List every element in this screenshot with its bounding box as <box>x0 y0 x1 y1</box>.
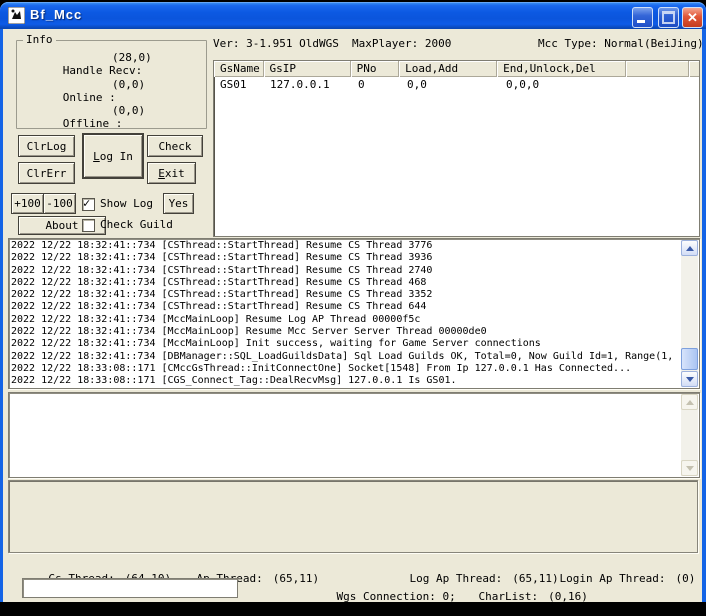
col-gsip[interactable]: GsIP <box>264 61 351 77</box>
mcctype-text: Mcc Type: Normal(BeiJing) <box>538 37 704 50</box>
check-guild-checkbox[interactable] <box>82 219 95 232</box>
col-filler <box>689 61 699 77</box>
log-lines: 2022 12/22 18:32:41::734 [CSThread::Star… <box>11 240 680 387</box>
exit-button[interactable]: Exit <box>147 162 196 184</box>
titlebar[interactable]: Bf_Mcc ✕ <box>0 2 706 29</box>
plus100-label: +100 <box>14 197 41 210</box>
log-line: 2022 12/22 18:32:41::734 [CSThread::Star… <box>11 265 680 277</box>
about-label: About <box>45 219 78 232</box>
log-scrollbar[interactable] <box>681 240 698 387</box>
col-endunlockdel[interactable]: End,Unlock,Del <box>497 61 626 77</box>
table-header[interactable]: GsName GsIP PNo Load,Add End,Unlock,Del <box>214 61 699 77</box>
log-line: 2022 12/22 18:32:41::734 [MccMainLoop] R… <box>11 326 680 338</box>
version-text: Ver: 3-1.951 OldWGS <box>213 37 339 50</box>
minus100-button[interactable]: -100 <box>43 193 76 214</box>
app-window: Bf_Mcc ✕ Info Handle Recv: (28,0) Online… <box>0 0 706 602</box>
charlist-status: CharList: (0,16) <box>452 577 588 616</box>
clrerr-label: ClrErr <box>27 167 67 180</box>
clrerr-button[interactable]: ClrErr <box>18 162 75 184</box>
exit-label: Exit <box>158 167 185 180</box>
window-title: Bf_Mcc <box>30 7 82 22</box>
clrlog-label: ClrLog <box>27 140 67 153</box>
charlist-label: CharList: <box>479 590 539 603</box>
window-border-left <box>0 29 3 602</box>
wgs-connection-status: Wgs Connection: 0; <box>310 577 456 616</box>
error-scrollbar[interactable] <box>681 394 698 476</box>
window-border-right <box>702 29 706 602</box>
handle-recv-value: (28,0) <box>112 51 152 64</box>
check-guild-label[interactable]: Check Guild <box>100 218 173 231</box>
maximize-button[interactable] <box>658 7 679 28</box>
handle-recv-label: Handle Recv: <box>63 64 142 77</box>
error-scroll-down-icon[interactable] <box>681 460 698 476</box>
cell-gsname: GS01 <box>214 77 264 92</box>
log-line: 2022 12/22 18:32:41::734 [MccMainLoop] R… <box>11 314 680 326</box>
log-line: 2022 12/22 18:32:41::734 [CSThread::Star… <box>11 240 680 252</box>
log-line: 2022 12/22 18:32:41::734 [MccMainLoop] I… <box>11 338 680 350</box>
minimize-icon <box>637 20 645 23</box>
log-line: 2022 12/22 18:33:08::171 [CGS_Connect_Ta… <box>11 375 680 387</box>
yes-button[interactable]: Yes <box>163 193 194 214</box>
col-gsname[interactable]: GsName <box>214 61 264 77</box>
col-pno[interactable]: PNo <box>351 61 400 77</box>
online-value: (0,0) <box>112 78 145 91</box>
show-log-label[interactable]: Show Log <box>100 197 153 210</box>
cell-gsip: 127.0.0.1 <box>264 77 352 92</box>
bottom-panel <box>8 480 698 553</box>
scroll-up-icon[interactable] <box>681 240 698 256</box>
error-output-area[interactable] <box>8 392 700 478</box>
offline-value: (0,0) <box>112 104 145 117</box>
show-log-checkbox[interactable] <box>82 198 95 211</box>
game-server-table[interactable]: GsName GsIP PNo Load,Add End,Unlock,Del … <box>213 60 700 237</box>
log-line: 2022 12/22 18:33:08::171 [CMccGsThread::… <box>11 363 680 375</box>
check-label: Check <box>158 140 191 153</box>
login-ap-thread-value: (0) <box>675 572 695 585</box>
wgs-connection-label: Wgs Connection: <box>337 590 436 603</box>
charlist-value: (0,16) <box>548 590 588 603</box>
login-label: Log In <box>93 150 133 163</box>
close-icon: ✕ <box>687 11 698 24</box>
cell-endunlockdel: 0,0,0 <box>500 77 630 92</box>
maxplayer-text: MaxPlayer: 2000 <box>352 37 451 50</box>
col-loadadd[interactable]: Load,Add <box>399 61 497 77</box>
cell-pno: 0 <box>352 77 401 92</box>
table-row[interactable]: GS01 127.0.0.1 0 0,0 0,0,0 <box>214 77 699 92</box>
error-scroll-up-icon[interactable] <box>681 394 698 410</box>
log-line: 2022 12/22 18:32:41::734 [CSThread::Star… <box>11 252 680 264</box>
app-icon <box>8 7 25 24</box>
info-groupbox-title: Info <box>23 33 56 46</box>
check-button[interactable]: Check <box>147 135 203 157</box>
log-line: 2022 12/22 18:32:41::734 [CSThread::Star… <box>11 289 680 301</box>
log-line: 2022 12/22 18:32:41::734 [DBManager::SQL… <box>11 351 680 363</box>
log-line: 2022 12/22 18:32:41::734 [CSThread::Star… <box>11 301 680 313</box>
cell-loadadd: 0,0 <box>401 77 500 92</box>
close-button[interactable]: ✕ <box>682 7 703 28</box>
maximize-icon <box>662 11 675 24</box>
offline-label: Offline : <box>63 117 123 130</box>
scroll-down-icon[interactable] <box>681 371 698 387</box>
info-groupbox: Info Handle Recv: (28,0) Online : (0,0) … <box>16 40 207 129</box>
minus100-label: -100 <box>46 197 73 210</box>
log-line: 2022 12/22 18:32:41::734 [CSThread::Star… <box>11 277 680 289</box>
scroll-thumb[interactable] <box>681 348 698 370</box>
log-output-area[interactable]: 2022 12/22 18:32:41::734 [CSThread::Star… <box>8 238 700 389</box>
yes-label: Yes <box>169 197 189 210</box>
col-extra[interactable] <box>626 61 689 77</box>
minimize-button[interactable] <box>632 7 653 28</box>
clrlog-button[interactable]: ClrLog <box>18 135 75 157</box>
plus100-button[interactable]: +100 <box>11 193 44 214</box>
online-label: Online : <box>63 91 116 104</box>
login-button[interactable]: Log In <box>82 133 144 179</box>
command-input[interactable] <box>22 578 238 598</box>
